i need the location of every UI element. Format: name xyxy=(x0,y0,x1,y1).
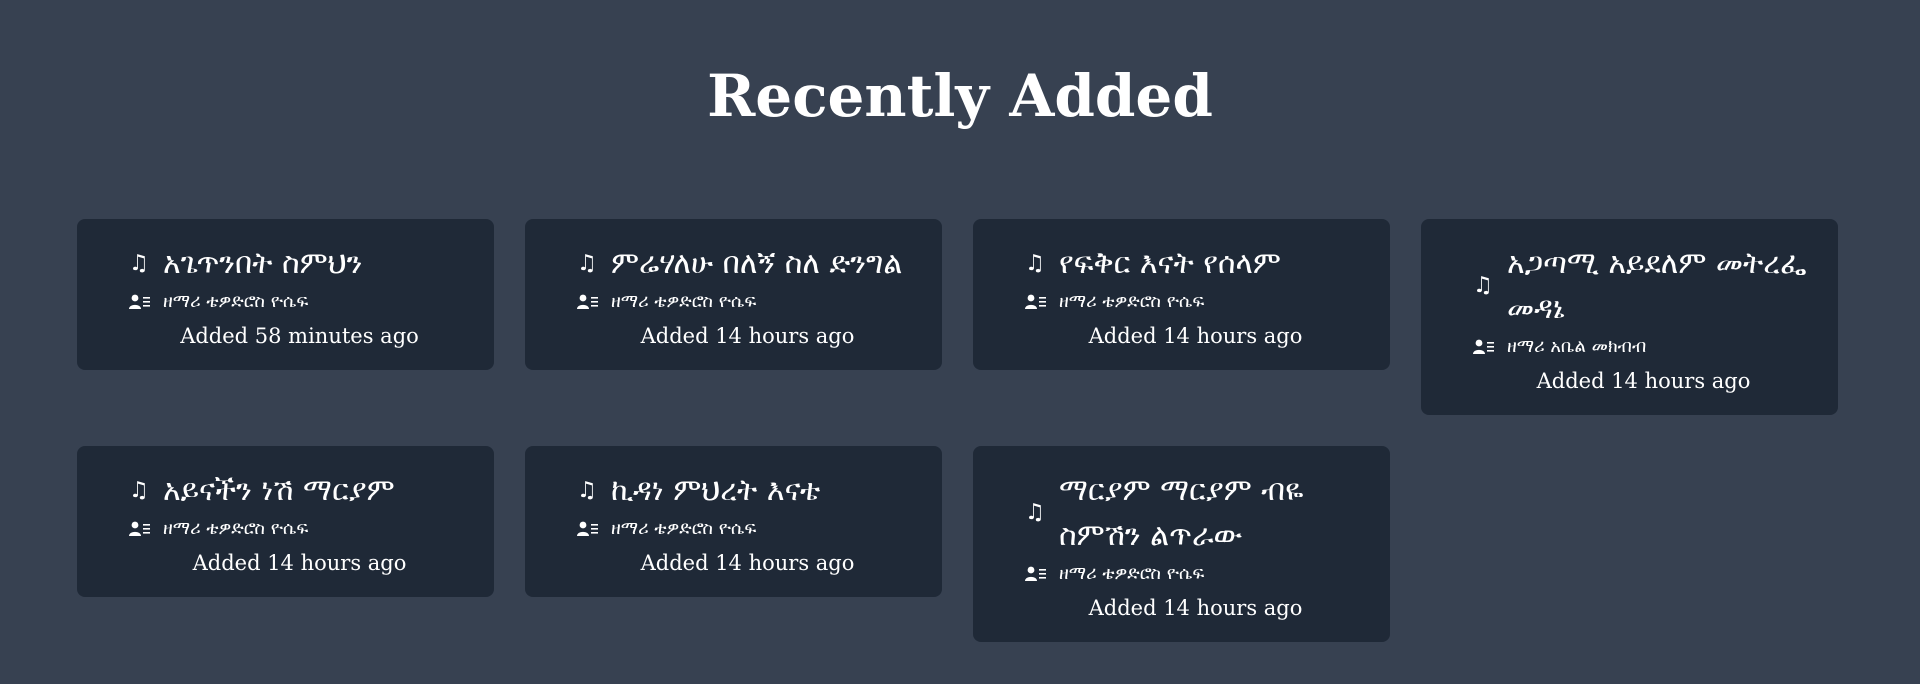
song-title-row: ♫ የፍቅር እናት የሰላም xyxy=(997,241,1366,286)
song-card[interactable]: ♫ አጋጣሚ አይደለም መትረፌ መዳኔ ዘማሪ አቤል መክብብ Added… xyxy=(1421,219,1838,415)
recently-added-grid: ♫ አጌጥንበት ስምህን ዘማሪ ቴዎድሮስ ዮሴፍ Added 58 min… xyxy=(77,219,1838,642)
user-list-icon xyxy=(1025,566,1059,582)
artist-name: ዘማሪ ቴዎድሮስ ዮሴፍ xyxy=(1059,563,1205,584)
song-title: አይናችን ነሽ ማርያም xyxy=(163,473,395,508)
song-title: ማርያም ማርያም ብዬ ስምሽን ልጥራው xyxy=(1059,473,1304,553)
user-list-icon xyxy=(577,521,611,537)
artist-row: ዘማሪ ቴዎድሮስ ዮሴፍ xyxy=(101,288,470,316)
song-title: አጌጥንበት ስምህን xyxy=(163,246,363,281)
song-title-row: ♫ ኪዳነ ምህረት እናቴ xyxy=(549,468,918,513)
artist-name: ዘማሪ ቴዎድሮስ ዮሴፍ xyxy=(611,518,757,539)
artist-row: ዘማሪ ቴዎድሮስ ዮሴፍ xyxy=(549,515,918,543)
song-card[interactable]: ♫ የፍቅር እናት የሰላም ዘማሪ ቴዎድሮስ ዮሴፍ Added 14 h… xyxy=(973,219,1390,370)
page-title: Recently Added xyxy=(707,62,1213,130)
user-list-icon xyxy=(129,521,163,537)
added-time: Added 58 minutes ago xyxy=(180,324,419,348)
music-note-icon: ♫ xyxy=(129,250,149,276)
user-list-icon xyxy=(129,294,163,310)
artist-row: ዘማሪ አቤል መክብብ xyxy=(1445,333,1814,361)
user-list-icon xyxy=(577,294,611,310)
artist-name: ዘማሪ ቴዎድሮስ ዮሴፍ xyxy=(1059,291,1205,312)
song-card[interactable]: ♫ ምሬሃለሁ በለኝ ስለ ድንግል ዘማሪ ቴዎድሮስ ዮሴፍ Added … xyxy=(525,219,942,370)
user-list-icon xyxy=(1473,339,1507,355)
song-card[interactable]: ♫ ማርያም ማርያም ብዬ ስምሽን ልጥራው ዘማሪ ቴዎድሮስ ዮሴፍ A… xyxy=(973,446,1390,642)
artist-row: ዘማሪ ቴዎድሮስ ዮሴፍ xyxy=(997,560,1366,588)
music-note-icon: ♫ xyxy=(577,250,597,276)
song-title: ምሬሃለሁ በለኝ ስለ ድንግል xyxy=(611,246,903,281)
music-note-icon: ♫ xyxy=(1025,250,1045,276)
music-note-icon: ♫ xyxy=(1025,500,1045,525)
song-card[interactable]: ♫ አይናችን ነሽ ማርያም ዘማሪ ቴዎድሮስ ዮሴፍ Added 14 h… xyxy=(77,446,494,597)
artist-name: ዘማሪ ቴዎድሮስ ዮሴፍ xyxy=(163,518,309,539)
added-time: Added 14 hours ago xyxy=(640,551,855,575)
song-title-row: ♫ አጋጣሚ አይደለም መትረፌ መዳኔ xyxy=(1445,241,1814,331)
song-card[interactable]: ♫ ኪዳነ ምህረት እናቴ ዘማሪ ቴዎድሮስ ዮሴፍ Added 14 ho… xyxy=(525,446,942,597)
user-list-icon xyxy=(1025,294,1059,310)
added-time: Added 14 hours ago xyxy=(1536,369,1751,393)
song-title: ኪዳነ ምህረት እናቴ xyxy=(611,473,821,508)
song-title: አጋጣሚ አይደለም መትረፌ መዳኔ xyxy=(1507,246,1807,326)
artist-name: ዘማሪ አቤል መክብብ xyxy=(1507,336,1647,357)
added-time: Added 14 hours ago xyxy=(1088,324,1303,348)
artist-name: ዘማሪ ቴዎድሮስ ዮሴፍ xyxy=(611,291,757,312)
added-time: Added 14 hours ago xyxy=(1088,596,1303,620)
song-title-row: ♫ ምሬሃለሁ በለኝ ስለ ድንግል xyxy=(549,241,918,286)
song-title: የፍቅር እናት የሰላም xyxy=(1059,246,1281,281)
artist-name: ዘማሪ ቴዎድሮስ ዮሴፍ xyxy=(163,291,309,312)
artist-row: ዘማሪ ቴዎድሮስ ዮሴፍ xyxy=(997,288,1366,316)
song-title-row: ♫ አይናችን ነሽ ማርያም xyxy=(101,468,470,513)
song-title-row: ♫ ማርያም ማርያም ብዬ ስምሽን ልጥራው xyxy=(997,468,1366,558)
added-time: Added 14 hours ago xyxy=(640,324,855,348)
music-note-icon: ♫ xyxy=(129,477,149,503)
artist-row: ዘማሪ ቴዎድሮስ ዮሴፍ xyxy=(101,515,470,543)
song-card[interactable]: ♫ አጌጥንበት ስምህን ዘማሪ ቴዎድሮስ ዮሴፍ Added 58 min… xyxy=(77,219,494,370)
artist-row: ዘማሪ ቴዎድሮስ ዮሴፍ xyxy=(549,288,918,316)
music-note-icon: ♫ xyxy=(577,477,597,503)
song-title-row: ♫ አጌጥንበት ስምህን xyxy=(101,241,470,286)
music-note-icon: ♫ xyxy=(1473,273,1493,298)
added-time: Added 14 hours ago xyxy=(192,551,407,575)
